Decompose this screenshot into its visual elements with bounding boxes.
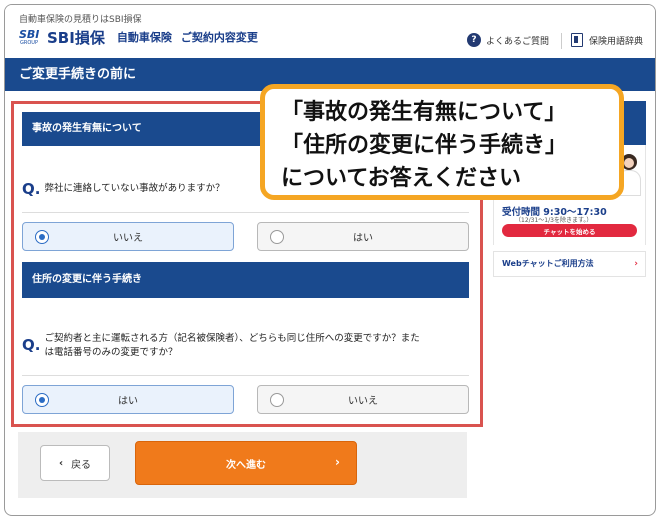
chevron-right-icon: › xyxy=(335,455,340,469)
chat-hours-note: （12/31～1/3を除きます。） xyxy=(515,217,593,224)
sbi-logo-icon: SBI GROUP xyxy=(19,28,43,46)
brand-name: SBI損保 xyxy=(47,28,105,47)
question-accident: Q. 弊社に連絡していない事故がありますか？ xyxy=(22,180,225,198)
faq-label: よくあるご質問 xyxy=(486,36,550,47)
radio-unselected[interactable] xyxy=(270,230,284,244)
radio-unselected[interactable] xyxy=(270,393,284,407)
question-address: Q. ご契約者と主に運転される方（記名被保険者）、どちらも同じ住所への変更ですか… xyxy=(22,330,420,360)
glossary-label: 保険用語辞典 xyxy=(589,36,644,47)
callout-line-1: 「事故の発生有無について」 xyxy=(281,100,567,125)
chevron-right-icon: › xyxy=(634,259,638,269)
question-icon: ? xyxy=(467,33,481,47)
header-tagline: 自動車保険の見積りはSBI損保 xyxy=(19,15,142,25)
callout-line-3: についてお答えください xyxy=(281,166,522,191)
back-label: 戻る xyxy=(71,459,92,471)
webchat-guide-label: Webチャットご利用方法 xyxy=(502,259,594,268)
q-mark: Q. xyxy=(22,336,41,354)
question-text: ご契約者と主に運転される方（記名被保険者）、どちらも同じ住所への変更ですか？また… xyxy=(44,330,419,360)
book-icon xyxy=(571,33,583,47)
logo-group-text: GROUP xyxy=(20,40,38,46)
option-label: はい xyxy=(353,233,373,244)
page-name: ご契約内容変更 xyxy=(180,31,258,44)
option-accident-no[interactable]: いいえ xyxy=(22,222,234,251)
webchat-guide-link[interactable]: Webチャットご利用方法 › xyxy=(493,251,646,277)
footer-actions: ‹ 戻る 次へ進む › xyxy=(18,432,467,498)
site-header: 自動車保険の見積りはSBI損保 SBI GROUP SBI損保 自動車保険 ご契… xyxy=(5,5,655,57)
option-address-yes[interactable]: はい xyxy=(22,385,234,414)
q-mark: Q. xyxy=(22,180,41,198)
option-label: いいえ xyxy=(113,233,143,244)
brand-logo[interactable]: SBI GROUP SBI損保 自動車保険 ご契約内容変更 xyxy=(19,27,267,47)
radio-selected[interactable] xyxy=(35,230,49,244)
question-text-line2: は電話番号のみの変更ですか？ xyxy=(44,347,178,358)
divider xyxy=(22,375,469,376)
faq-link[interactable]: ? よくあるご質問 xyxy=(467,33,549,47)
next-button[interactable]: 次へ進む › xyxy=(135,441,357,485)
option-label: はい xyxy=(118,396,138,407)
option-label: いいえ xyxy=(348,396,378,407)
callout-line-2: 「住所の変更に伴う手続き」 xyxy=(281,133,568,158)
start-chat-button[interactable]: チャットを始める xyxy=(502,224,637,237)
next-label: 次へ進む xyxy=(226,459,266,471)
chevron-left-icon: ‹ xyxy=(58,457,64,469)
divider xyxy=(22,212,469,213)
question-text-line1: ご契約者と主に運転される方（記名被保険者）、どちらも同じ住所への変更ですか？また xyxy=(44,333,420,344)
glossary-link[interactable]: 保険用語辞典 xyxy=(571,33,643,47)
instruction-callout: 「事故の発生有無について」 「住所の変更に伴う手続き」 についてお答えください xyxy=(260,84,624,200)
radio-selected[interactable] xyxy=(35,393,49,407)
screenshot-frame: 自動車保険の見積りはSBI損保 SBI GROUP SBI損保 自動車保険 ご契… xyxy=(4,4,656,516)
header-divider xyxy=(561,33,562,49)
question-text: 弊社に連絡していない事故がありますか？ xyxy=(44,183,225,194)
option-accident-yes[interactable]: はい xyxy=(257,222,469,251)
section-heading-address: 住所の変更に伴う手続き xyxy=(22,262,469,298)
product-name: 自動車保険 xyxy=(116,31,172,44)
option-address-no[interactable]: いいえ xyxy=(257,385,469,414)
back-button[interactable]: ‹ 戻る xyxy=(40,445,110,481)
